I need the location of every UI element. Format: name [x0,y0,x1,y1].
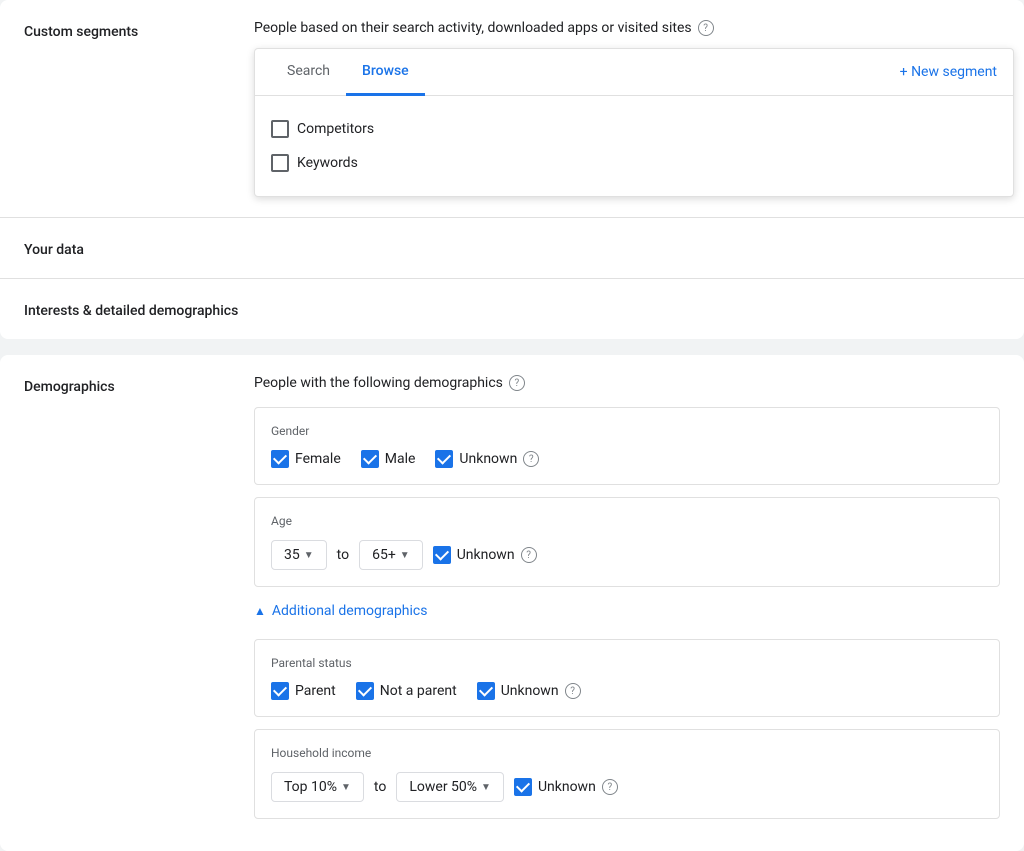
parent-option[interactable]: Parent [271,682,336,700]
male-label: Male [385,451,416,467]
age-unknown-option[interactable]: Unknown ? [433,546,537,564]
household-income-card: Household income Top 10% ▼ to Lower 50% … [254,729,1000,819]
income-to-dropdown[interactable]: Lower 50% ▼ [396,772,504,802]
tab-browse[interactable]: Browse [346,49,425,96]
not-a-parent-label: Not a parent [380,683,457,699]
tabs-body: Competitors Keywords [255,96,1013,196]
parental-status-card: Parental status Parent Not a parent U [254,639,1000,717]
competitors-label: Competitors [297,121,374,137]
income-from-value: Top 10% [284,779,337,795]
parental-unknown-label: Unknown [501,683,559,699]
age-to-dropdown[interactable]: 65+ ▼ [359,540,423,570]
demographics-help-icon[interactable]: ? [509,375,525,391]
female-checkbox[interactable] [271,450,289,468]
age-unknown-checkbox[interactable] [433,546,451,564]
parental-unknown-checkbox[interactable] [477,682,495,700]
age-title: Age [271,514,983,528]
age-to-arrow: ▼ [400,550,410,561]
parental-unknown-option[interactable]: Unknown ? [477,682,581,700]
custom-segments-panel: Search Browse + New segment Competitors … [254,48,1014,197]
age-to-label: to [337,547,349,563]
custom-segments-description: People based on their search activity, d… [254,20,692,36]
gender-unknown-label: Unknown [459,451,517,467]
custom-segments-help-icon[interactable]: ? [698,20,714,36]
parent-label: Parent [295,683,336,699]
demographics-content: People with the following demographics ?… [254,375,1000,831]
not-a-parent-option[interactable]: Not a parent [356,682,457,700]
male-checkbox[interactable] [361,450,379,468]
chevron-up-icon: ▲ [254,604,266,618]
tab-search[interactable]: Search [271,49,346,96]
income-to-arrow: ▼ [481,782,491,793]
custom-segments-label: Custom segments [24,20,254,40]
parental-status-title: Parental status [271,656,983,670]
gender-options: Female Male Unknown ? [271,450,983,468]
keywords-label: Keywords [297,155,358,171]
female-option[interactable]: Female [271,450,341,468]
parental-status-options: Parent Not a parent Unknown ? [271,682,983,700]
age-from-dropdown[interactable]: 35 ▼ [271,540,327,570]
female-label: Female [295,451,341,467]
income-row: Top 10% ▼ to Lower 50% ▼ Unknown ? [271,772,983,802]
interests-row: Interests & detailed demographics [0,279,1024,339]
gender-unknown-checkbox[interactable] [435,450,453,468]
gender-unknown-option[interactable]: Unknown ? [435,450,539,468]
demographics-section: Demographics People with the following d… [0,355,1024,851]
age-to-value: 65+ [372,547,396,563]
income-unknown-checkbox[interactable] [514,778,532,796]
age-unknown-help-icon[interactable]: ? [521,547,537,563]
income-unknown-label: Unknown [538,779,596,795]
male-option[interactable]: Male [361,450,416,468]
new-segment-button[interactable]: + New segment [900,50,997,94]
age-card: Age 35 ▼ to 65+ ▼ Unknown [254,497,1000,587]
demographics-label: Demographics [24,375,254,395]
competitors-checkbox[interactable] [271,120,289,138]
age-from-arrow: ▼ [304,550,314,561]
gender-unknown-help-icon[interactable]: ? [523,451,539,467]
not-a-parent-checkbox[interactable] [356,682,374,700]
gender-card: Gender Female Male Unknown [254,407,1000,485]
additional-demographics-toggle[interactable]: ▲ Additional demographics [254,599,1000,623]
keywords-checkbox[interactable] [271,154,289,172]
interests-label: Interests & detailed demographics [24,299,254,319]
demographics-title: People with the following demographics [254,375,503,391]
income-to-value: Lower 50% [409,779,477,795]
age-row: 35 ▼ to 65+ ▼ Unknown ? [271,540,983,570]
your-data-row: Your data [0,218,1024,279]
additional-demographics-label: Additional demographics [272,603,428,619]
age-unknown-label: Unknown [457,547,515,563]
income-unknown-help-icon[interactable]: ? [602,779,618,795]
tabs-header: Search Browse + New segment [255,49,1013,96]
income-from-arrow: ▼ [341,782,351,793]
keywords-row: Keywords [271,146,997,180]
income-to-label: to [374,779,386,795]
your-data-label: Your data [24,238,254,258]
competitors-row: Competitors [271,112,997,146]
household-income-title: Household income [271,746,983,760]
parental-unknown-help-icon[interactable]: ? [565,683,581,699]
parent-checkbox[interactable] [271,682,289,700]
income-unknown-option[interactable]: Unknown ? [514,778,618,796]
gender-title: Gender [271,424,983,438]
age-from-value: 35 [284,547,300,563]
income-from-dropdown[interactable]: Top 10% ▼ [271,772,364,802]
